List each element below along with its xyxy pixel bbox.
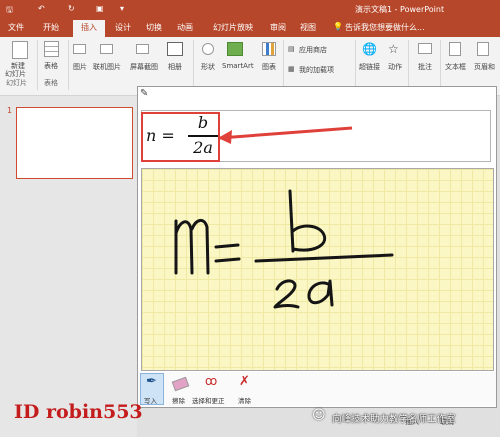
handwriting-ink [174, 189, 394, 309]
start-from-beginning-icon[interactable]: ▣ [96, 4, 104, 13]
ribbon-divider [355, 40, 356, 90]
ribbon-divider [68, 40, 69, 90]
redo-icon[interactable]: ↻ [68, 4, 75, 13]
slide-number: 1 [7, 106, 13, 115]
action-label[interactable]: 动作 [388, 62, 402, 72]
shapes-label[interactable]: 形状 [201, 62, 215, 72]
annotation-arrow [218, 126, 353, 144]
comment-label[interactable]: 批注 [418, 62, 432, 72]
table-label[interactable]: 表格 [44, 61, 58, 71]
undo-icon[interactable]: ↶ [38, 4, 45, 13]
customize-qat-icon[interactable]: ▾ [120, 4, 124, 13]
comment-icon[interactable] [418, 43, 432, 54]
ribbon-divider [193, 40, 194, 90]
save-icon[interactable]: 🖫 [6, 4, 13, 18]
math-input-icon: ✎ [140, 88, 149, 99]
screenshot-label[interactable]: 屏幕截图 [130, 62, 158, 72]
action-icon[interactable]: ☆ [388, 42, 399, 56]
clear-icon[interactable]: ✗ [239, 374, 250, 389]
ribbon-divider [408, 40, 409, 90]
smartart-label[interactable]: SmartArt [222, 62, 254, 70]
author-watermark: ID robin553 [14, 401, 143, 423]
store-icon[interactable]: ▤ [288, 45, 295, 53]
my-addins-label[interactable]: 我的加载项 [299, 65, 334, 75]
tab-file[interactable]: 文件 [8, 22, 24, 33]
group-slides: 幻灯片 [6, 79, 27, 87]
header-footer-label[interactable]: 页眉和 [474, 62, 495, 72]
online-picture-label[interactable]: 联机图片 [93, 62, 121, 72]
picture-icon[interactable] [73, 44, 86, 54]
header-footer-icon[interactable] [477, 42, 489, 56]
ribbon-divider [37, 40, 38, 90]
chart-icon[interactable] [262, 42, 276, 56]
screenshot-icon[interactable] [136, 44, 149, 54]
album-icon[interactable] [167, 42, 183, 56]
new-slide-icon[interactable] [12, 41, 28, 59]
title-bar: 🖫 ↶ ↻ ▣ ▾ 演示文稿1 - PowerPoint [0, 0, 500, 19]
store-label[interactable]: 应用商店 [299, 45, 327, 55]
picture-label[interactable]: 图片 [73, 62, 87, 72]
write-label[interactable]: 写入 [144, 395, 157, 405]
tab-home[interactable]: 开始 [43, 22, 59, 33]
textbox-label[interactable]: 文本框 [445, 62, 466, 72]
album-label[interactable]: 相册 [168, 62, 182, 72]
highlight-box [141, 112, 220, 162]
tab-design[interactable]: 设计 [115, 22, 131, 33]
ribbon-divider [440, 40, 441, 90]
table-icon[interactable] [44, 41, 59, 57]
tab-transitions[interactable]: 切换 [146, 22, 162, 33]
chart-label[interactable]: 图表 [262, 62, 276, 72]
tab-insert[interactable]: 插入 [73, 20, 105, 37]
hyperlink-icon[interactable]: 🌐 [362, 42, 377, 56]
smartart-icon[interactable] [227, 42, 243, 56]
tab-animations[interactable]: 动画 [177, 22, 193, 33]
lightbulb-icon: 💡 [333, 22, 343, 31]
clear-label[interactable]: 清除 [238, 395, 251, 405]
textbox-icon[interactable] [449, 42, 461, 56]
slide-thumbnail[interactable] [16, 107, 133, 179]
ribbon-divider [283, 40, 284, 90]
online-picture-icon[interactable] [100, 44, 113, 54]
select-correct-icon[interactable]: ꝏ [205, 374, 217, 388]
pen-icon[interactable]: ✒ [146, 374, 157, 389]
handwriting-canvas[interactable] [141, 168, 494, 371]
app-title: 演示文稿1 - PowerPoint [355, 5, 445, 14]
tab-review[interactable]: 审阅 [270, 22, 286, 33]
wechat-watermark: 向峰技术助力教学名师工作室 [332, 414, 456, 425]
wechat-icon: ☺ [312, 408, 326, 423]
select-correct-label[interactable]: 选择和更正 [192, 395, 225, 405]
ribbon-tabs: 文件 开始 插入 设计 切换 动画 幻灯片放映 审阅 视图 💡 告诉我您想要做什… [0, 19, 500, 37]
tab-view[interactable]: 视图 [300, 22, 316, 33]
my-addins-icon[interactable]: ▦ [288, 65, 295, 73]
tab-slideshow[interactable]: 幻灯片放映 [213, 22, 253, 33]
group-tables: 表格 [44, 79, 58, 87]
hyperlink-label[interactable]: 超链接 [359, 62, 380, 72]
erase-label[interactable]: 擦除 [172, 395, 185, 405]
shapes-icon[interactable] [202, 43, 214, 55]
tell-me-box[interactable]: 告诉我您想要做什么... [345, 22, 425, 33]
